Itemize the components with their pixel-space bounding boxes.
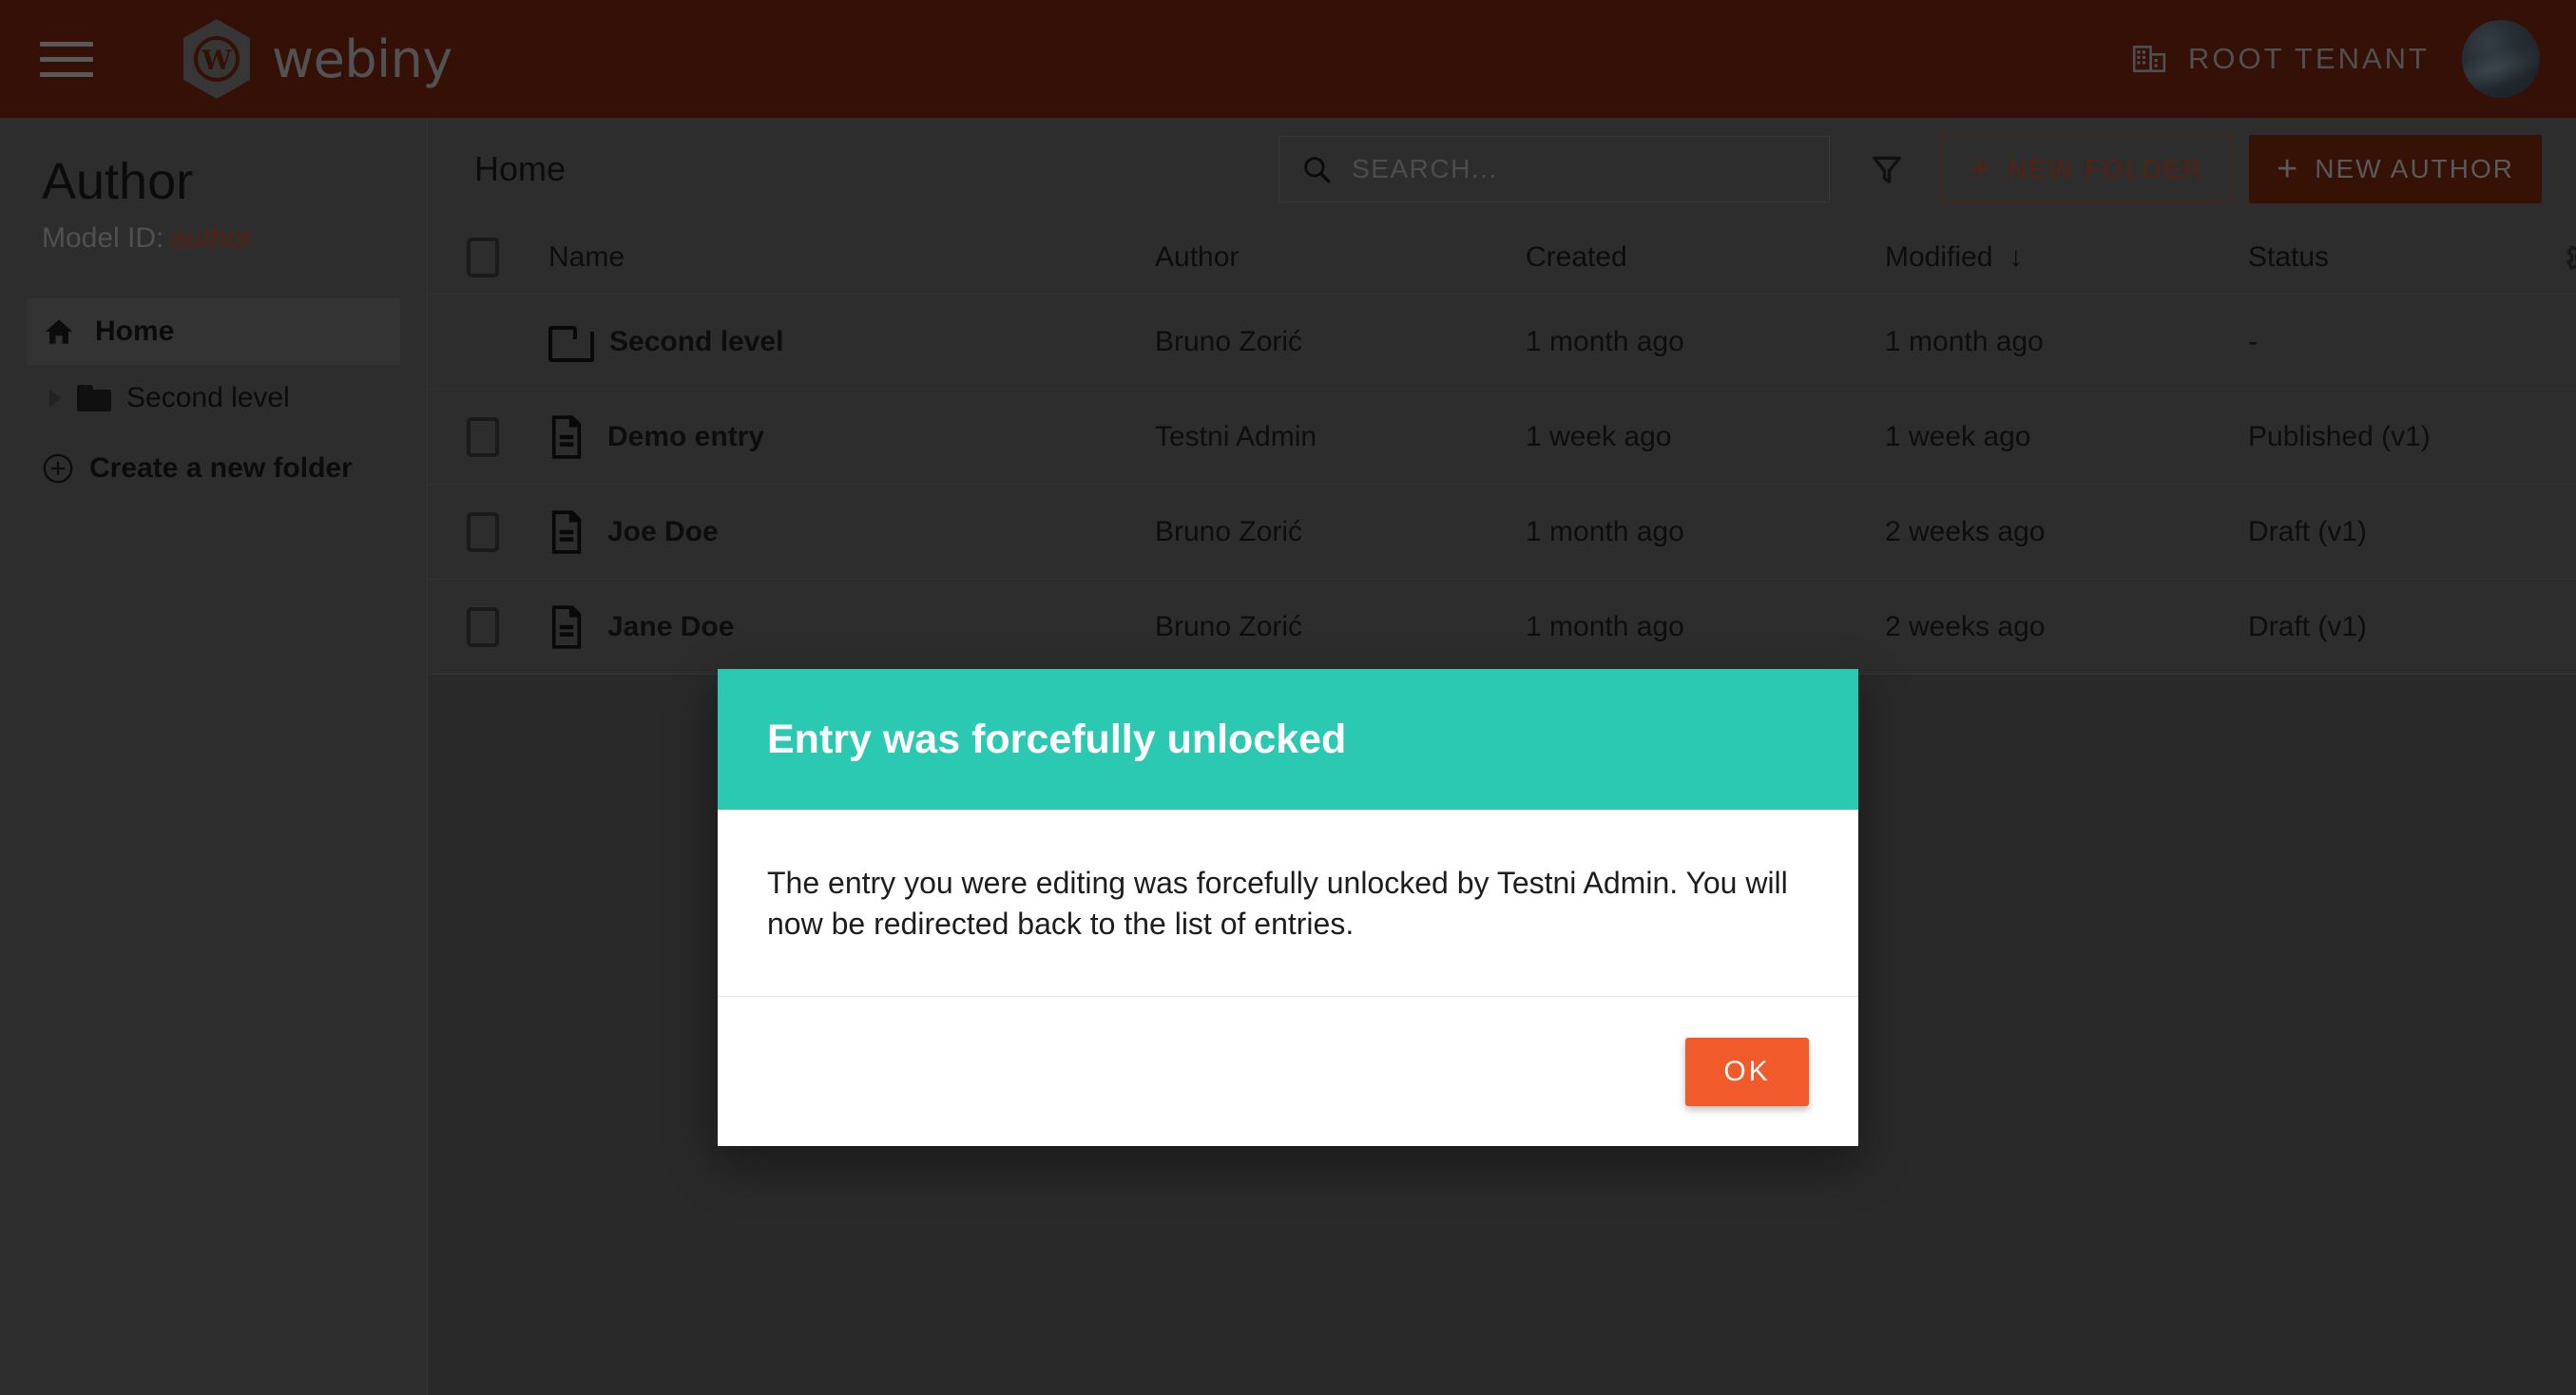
dialog-message: The entry you were editing was forcefull… [767, 866, 1788, 941]
dialog-footer: OK [718, 996, 1858, 1146]
dialog-header: Entry was forcefully unlocked [718, 669, 1858, 810]
forcefully-unlocked-dialog: Entry was forcefully unlocked The entry … [718, 669, 1858, 1146]
dialog-title: Entry was forcefully unlocked [767, 716, 1347, 762]
dialog-body: The entry you were editing was forcefull… [718, 810, 1858, 996]
ok-button[interactable]: OK [1685, 1037, 1809, 1106]
